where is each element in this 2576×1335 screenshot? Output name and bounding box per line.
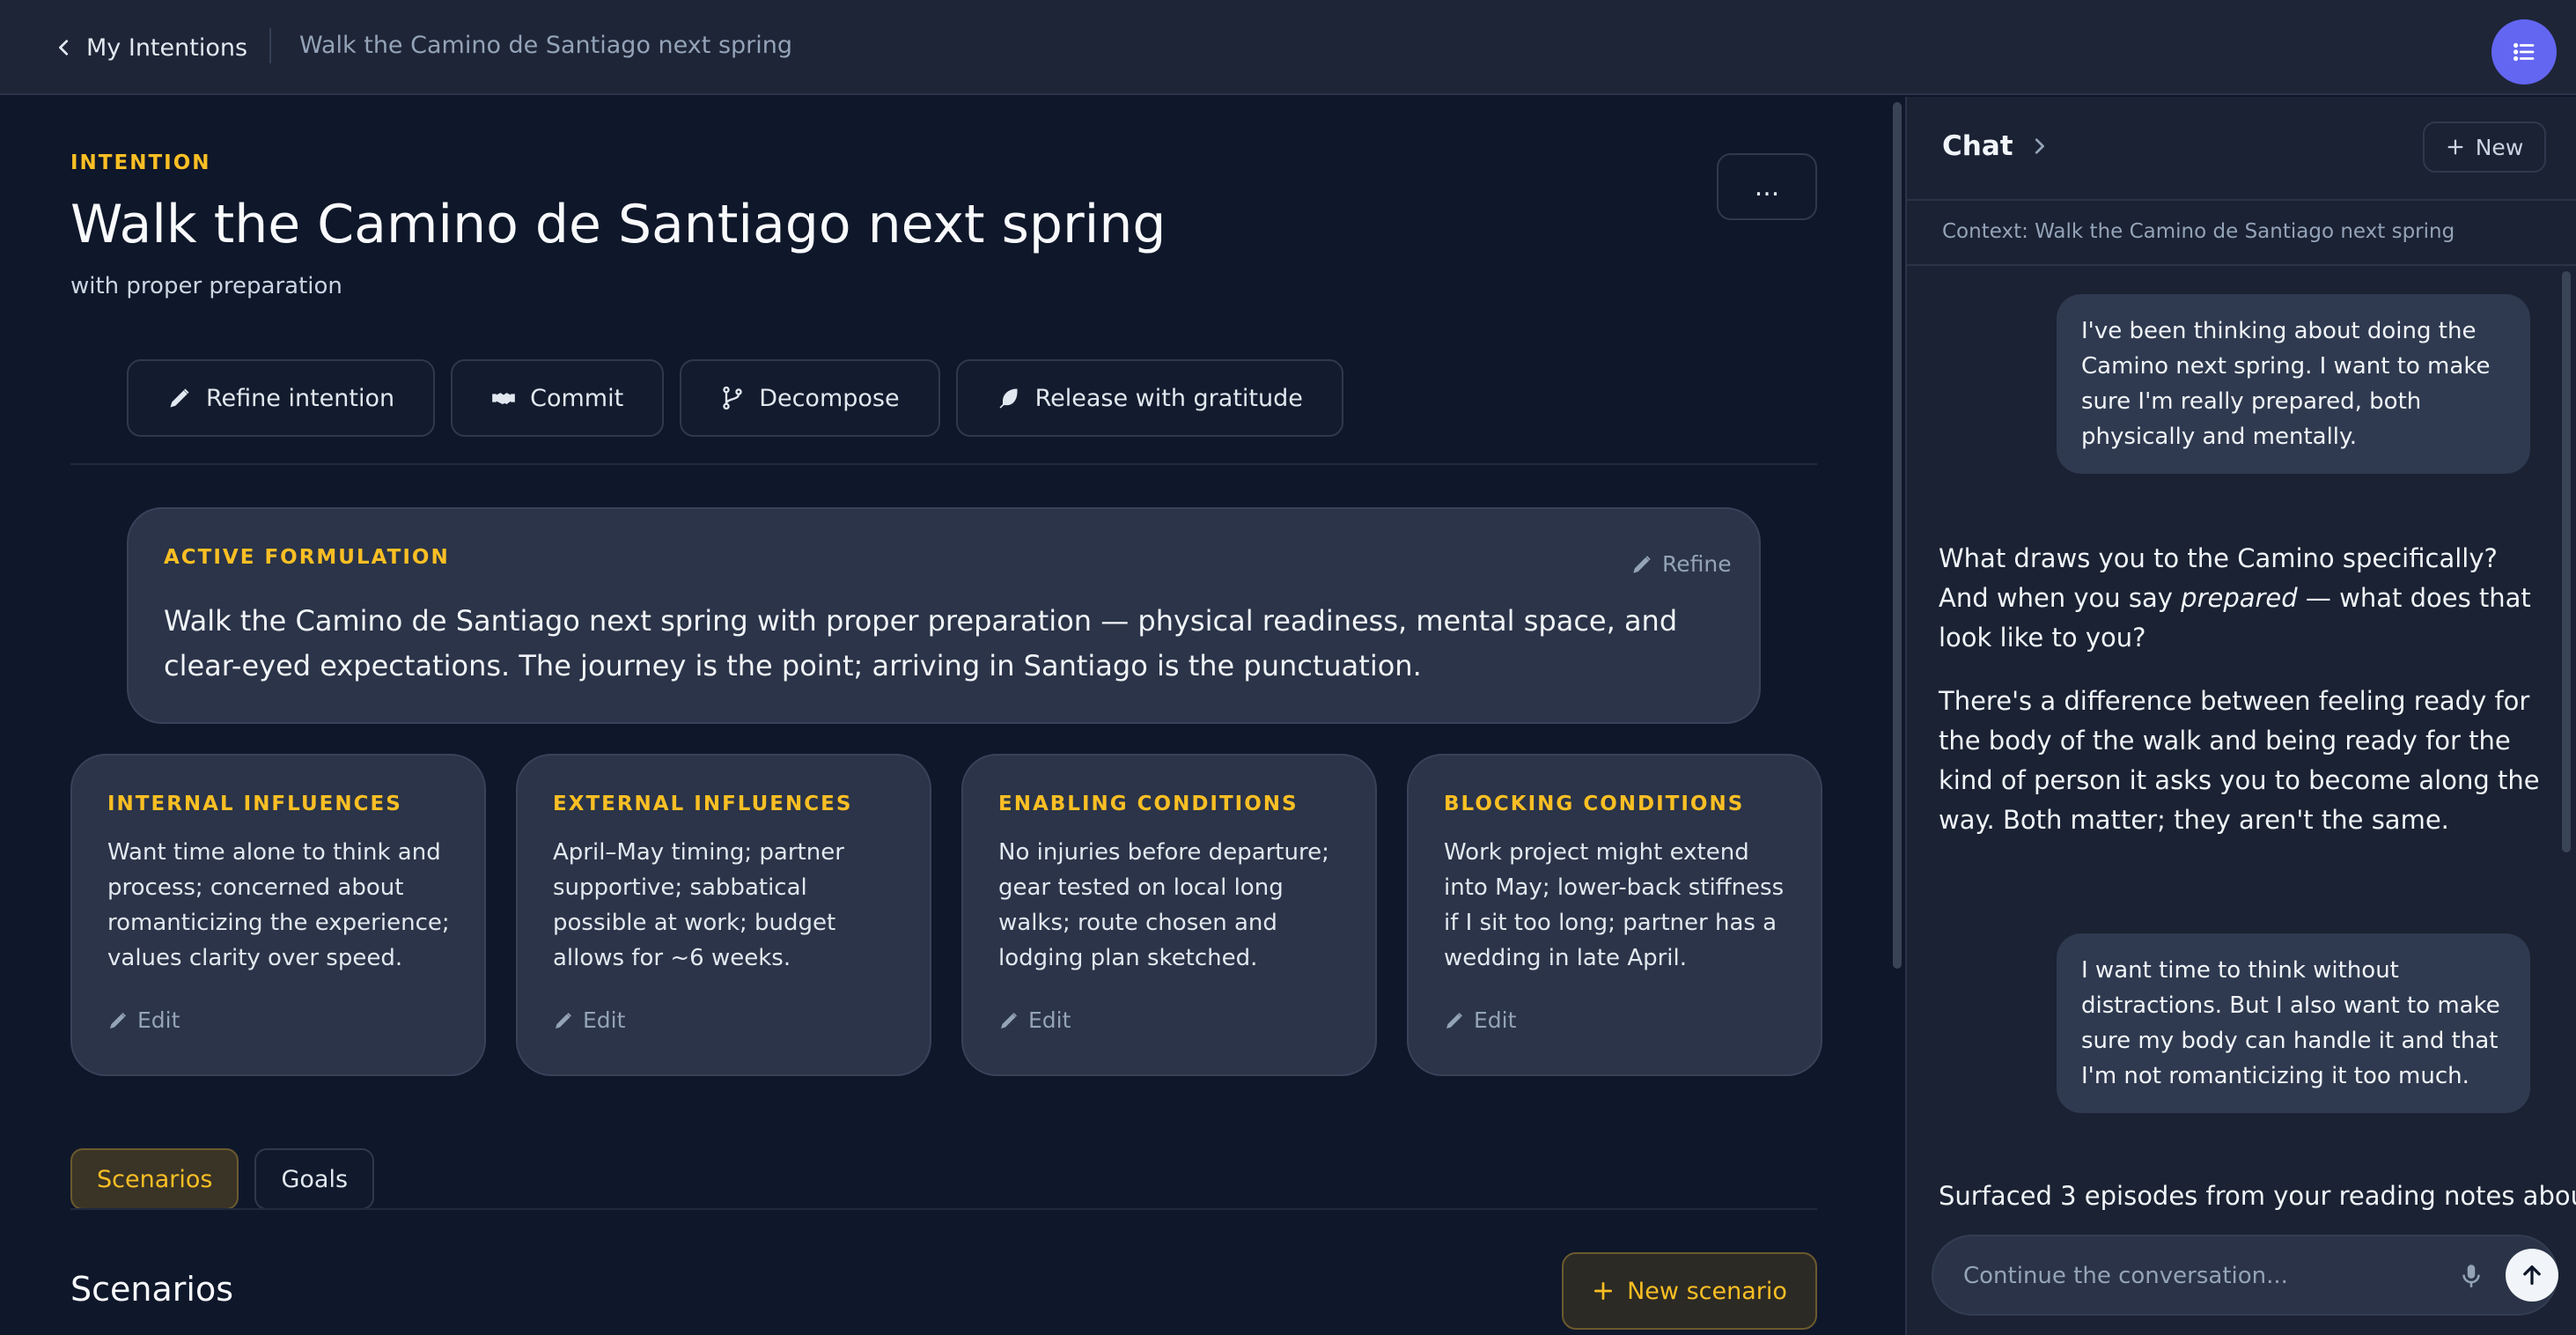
card-label: INTERNAL INFLUENCES <box>107 793 402 815</box>
intention-eyebrow: INTENTION <box>70 151 211 174</box>
commit-button[interactable]: Commit <box>451 359 665 437</box>
git-branch-icon <box>723 386 742 410</box>
decompose-button[interactable]: Decompose <box>680 359 940 437</box>
top-bar: My Intentions Walk the Camino de Santiag… <box>0 0 2576 95</box>
toggle-list-button[interactable] <box>2491 19 2557 85</box>
action-bar: Refine intention Commit Decompose Releas… <box>127 359 1343 437</box>
card-text: Work project might extend into May; lowe… <box>1444 839 1785 971</box>
refine-intention-label: Refine intention <box>206 384 395 412</box>
handshake-icon <box>492 393 515 404</box>
plus-icon <box>2447 139 2463 155</box>
arrow-up-icon <box>2523 1265 2541 1285</box>
main-scrollbar[interactable] <box>1893 102 1902 969</box>
card-edit-label: Edit <box>1474 1007 1517 1033</box>
message-text: I've been thinking about doing the Camin… <box>2081 318 2491 450</box>
assistant-message-paragraph: There's a difference between feeling rea… <box>1939 682 2546 840</box>
refine-intention-button[interactable]: Refine intention <box>127 359 436 437</box>
pencil-icon <box>110 1012 126 1029</box>
tab-scenarios[interactable]: Scenarios <box>70 1148 239 1210</box>
enabling-conditions-card: ENABLING CONDITIONS No injuries before d… <box>961 754 1377 1076</box>
message-text: There's a difference between feeling rea… <box>1939 686 2540 835</box>
chat-title[interactable]: Chat <box>1942 130 2049 162</box>
pencil-icon <box>1446 1012 1462 1029</box>
message-text: Surfaced 3 episodes from your reading no… <box>1939 1181 2576 1211</box>
card-edit-button[interactable]: Edit <box>107 1007 180 1033</box>
chat-context-bar: Context: Walk the Camino de Santiago nex… <box>1907 201 2576 266</box>
more-options-button[interactable]: ... <box>1717 153 1817 220</box>
card-edit-label: Edit <box>1028 1007 1071 1033</box>
chevron-left-icon <box>59 40 69 55</box>
microphone-icon[interactable] <box>2456 1261 2486 1291</box>
formulation-refine-button[interactable]: Refine <box>1630 551 1732 577</box>
intention-main: INTENTION Walk the Camino de Santiago ne… <box>0 97 1903 1335</box>
tab-goals[interactable]: Goals <box>254 1148 375 1210</box>
message-text: I want time to think without distraction… <box>2081 957 2500 1089</box>
card-edit-label: Edit <box>583 1007 626 1033</box>
send-button[interactable] <box>2506 1249 2558 1302</box>
new-chat-button[interactable]: New <box>2423 122 2546 173</box>
tabs-divider <box>70 1208 1817 1210</box>
user-message: I've been thinking about doing the Camin… <box>2057 294 2530 474</box>
commit-label: Commit <box>530 384 624 412</box>
new-scenario-button[interactable]: New scenario <box>1562 1252 1817 1330</box>
decompose-label: Decompose <box>759 384 900 412</box>
pencil-icon <box>1001 1012 1017 1029</box>
chat-input[interactable] <box>1963 1256 2439 1296</box>
assistant-message: What draws you to the Camino specificall… <box>1939 539 2546 658</box>
pencil-icon <box>556 1012 571 1029</box>
breadcrumb-separator <box>269 28 271 63</box>
back-label: My Intentions <box>86 33 248 62</box>
pencil-icon <box>170 388 189 408</box>
internal-influences-card: INTERNAL INFLUENCES Want time alone to t… <box>70 754 486 1076</box>
influence-cards: INTERNAL INFLUENCES Want time alone to t… <box>70 754 1822 1076</box>
list-icon <box>2513 42 2535 62</box>
chat-composer <box>1932 1235 2558 1316</box>
card-text: Want time alone to think and process; co… <box>107 839 450 971</box>
new-chat-label: New <box>2475 134 2524 160</box>
card-edit-label: Edit <box>137 1007 180 1033</box>
chat-context-text: Context: Walk the Camino de Santiago nex… <box>1942 220 2455 243</box>
release-label: Release with gratitude <box>1034 384 1303 412</box>
scenarios-heading: Scenarios <box>70 1270 233 1309</box>
card-edit-button[interactable]: Edit <box>998 1007 1071 1033</box>
chevron-right-icon <box>2035 138 2044 154</box>
pencil-icon <box>1633 555 1651 573</box>
formulation-label: ACTIVE FORMULATION <box>164 546 450 569</box>
assistant-message: Surfaced 3 episodes from your reading no… <box>1939 1176 2576 1216</box>
page-subtitle: with proper preparation <box>70 273 342 299</box>
formulation-refine-label: Refine <box>1662 551 1732 577</box>
chat-header: Chat New <box>1907 97 2576 201</box>
card-label: BLOCKING CONDITIONS <box>1444 793 1745 815</box>
content-tabs: Scenarios Goals <box>70 1148 375 1210</box>
section-divider <box>70 463 1817 465</box>
chat-scrollbar[interactable] <box>2562 271 2571 852</box>
release-with-gratitude-button[interactable]: Release with gratitude <box>955 359 1343 437</box>
card-text: April–May timing; partner supportive; sa… <box>553 839 844 971</box>
external-influences-card: EXTERNAL INFLUENCES April–May timing; pa… <box>516 754 931 1076</box>
formulation-text: Walk the Camino de Santiago next spring … <box>164 604 1678 682</box>
user-message: I want time to think without distraction… <box>2057 933 2530 1113</box>
message-emphasis: prepared <box>2181 583 2298 613</box>
card-label: ENABLING CONDITIONS <box>998 793 1299 815</box>
card-label: EXTERNAL INFLUENCES <box>553 793 853 815</box>
card-edit-button[interactable]: Edit <box>553 1007 625 1033</box>
card-text: No injuries before departure; gear teste… <box>998 839 1329 971</box>
more-icon: ... <box>1754 171 1780 203</box>
new-scenario-label: New scenario <box>1627 1277 1787 1305</box>
active-formulation-card: ACTIVE FORMULATION Refine Walk the Camin… <box>127 507 1761 724</box>
page-title: Walk the Camino de Santiago next spring <box>70 194 1167 255</box>
breadcrumb: Walk the Camino de Santiago next spring <box>299 32 792 59</box>
card-edit-button[interactable]: Edit <box>1444 1007 1516 1033</box>
chat-panel: Chat New Context: Walk the Camino de San… <box>1905 97 2576 1335</box>
back-to-intentions-link[interactable]: My Intentions <box>55 30 247 65</box>
blocking-conditions-card: BLOCKING CONDITIONS Work project might e… <box>1407 754 1822 1076</box>
feather-icon <box>999 388 1018 409</box>
plus-icon <box>1594 1281 1613 1301</box>
chat-title-label: Chat <box>1942 130 2013 162</box>
